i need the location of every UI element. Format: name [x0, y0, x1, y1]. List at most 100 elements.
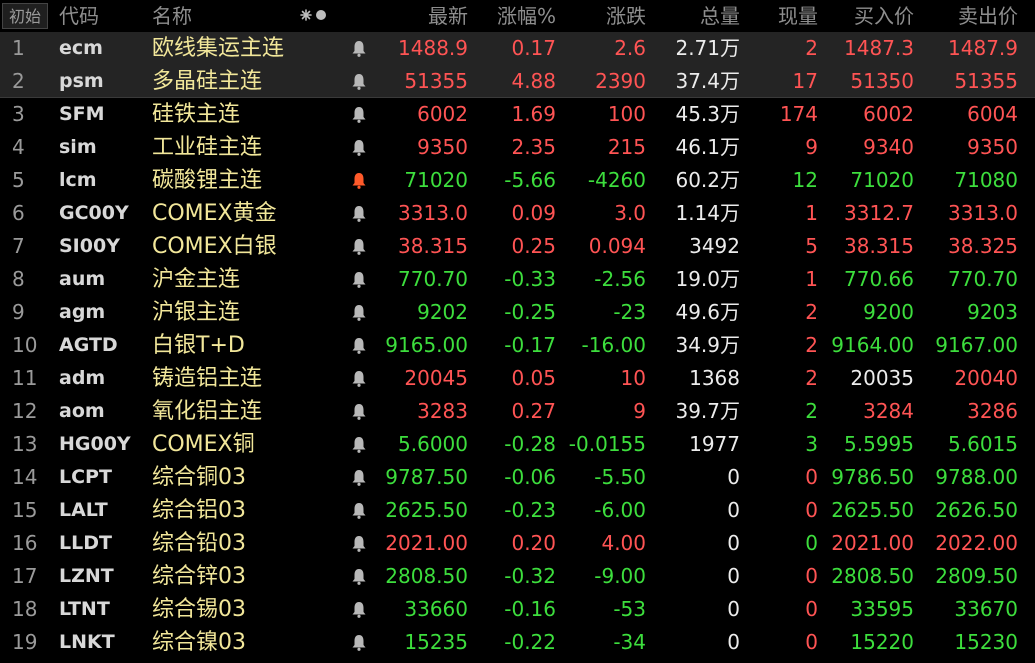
alert-bell-icon[interactable] — [349, 395, 369, 428]
cell-change-pct: 0.17 — [511, 36, 556, 60]
cell-ask: 9203 — [967, 300, 1018, 324]
table-row[interactable]: 19 LNKT 综合镍03 15235 -0.22 -34 0 0 15220 15230 — [0, 626, 1035, 659]
cell-name: 综合镍03 — [152, 630, 246, 655]
cell-current-volume: 9 — [805, 135, 818, 159]
cell-name: 综合铜03 — [152, 465, 246, 490]
cell-latest: 15235 — [404, 630, 468, 654]
cell-bid: 770.66 — [844, 267, 914, 291]
cell-name: COMEX白银 — [152, 234, 277, 259]
cell-bid: 9786.50 — [831, 465, 914, 489]
header-latest[interactable]: 最新 — [380, 0, 468, 32]
table-row[interactable]: 10 AGTD 白银T+D 9165.00 -0.17 -16.00 34.9万 2 9164.… — [0, 329, 1035, 362]
init-button[interactable]: 初始 — [2, 3, 48, 29]
header-change[interactable]: 涨跌 — [560, 0, 646, 32]
cell-ask: 5.6015 — [948, 432, 1018, 456]
cell-change: 9 — [633, 399, 646, 423]
alert-bell-icon[interactable] — [349, 98, 369, 131]
cell-ask: 51355 — [954, 69, 1018, 93]
cell-change-pct: -0.33 — [504, 267, 556, 291]
alert-bell-icon[interactable] — [349, 593, 369, 626]
header-bid[interactable]: 买入价 — [820, 0, 914, 32]
column-settings-icon[interactable] — [298, 0, 334, 32]
cell-volume: 49.6万 — [675, 300, 740, 324]
cell-current-volume: 0 — [805, 531, 818, 555]
alert-bell-icon[interactable] — [349, 560, 369, 593]
alert-bell-icon[interactable] — [349, 65, 369, 98]
header-code[interactable]: 代码 — [59, 0, 99, 32]
alert-bell-icon[interactable] — [349, 626, 369, 659]
alert-bell-icon[interactable] — [349, 428, 369, 461]
cell-change-pct: 2.35 — [511, 135, 556, 159]
cell-latest: 9350 — [417, 135, 468, 159]
table-row[interactable]: 16 LLDT 综合铅03 2021.00 0.20 4.00 0 0 2021.00 2022.… — [0, 527, 1035, 560]
alert-bell-icon[interactable] — [349, 461, 369, 494]
cell-ask: 15230 — [954, 630, 1018, 654]
cell-code: LALT — [59, 499, 108, 521]
cell-bid: 9200 — [863, 300, 914, 324]
cell-current-volume: 2 — [805, 399, 818, 423]
row-index: 7 — [12, 234, 25, 258]
alert-bell-icon[interactable] — [349, 131, 369, 164]
cell-volume: 0 — [727, 564, 740, 588]
header-name[interactable]: 名称 — [152, 0, 192, 32]
cell-change-pct: -0.23 — [504, 498, 556, 522]
header-volume[interactable]: 总量 — [650, 0, 740, 32]
alert-bell-icon[interactable] — [349, 329, 369, 362]
header-current-volume[interactable]: 现量 — [746, 0, 818, 32]
alert-bell-icon[interactable] — [349, 494, 369, 527]
cell-name: COMEX黄金 — [152, 201, 277, 226]
row-index: 6 — [12, 201, 25, 225]
cell-current-volume: 2 — [805, 333, 818, 357]
cell-change: 2390 — [595, 69, 646, 93]
table-row[interactable]: 7 SI00Y COMEX白银 38.315 0.25 0.094 3492 5 38.315 3… — [0, 230, 1035, 263]
cell-ask: 770.70 — [948, 267, 1018, 291]
cell-volume: 60.2万 — [675, 168, 740, 192]
table-row[interactable]: 12 aom 氧化铝主连 3283 0.27 9 39.7万 2 3284 3286 — [0, 395, 1035, 428]
table-row[interactable]: 8 aum 沪金主连 770.70 -0.33 -2.56 19.0万 1 770.66 770.… — [0, 263, 1035, 296]
table-row[interactable]: 17 LZNT 综合锌03 2808.50 -0.32 -9.00 0 0 2808.50 280… — [0, 560, 1035, 593]
table-row[interactable]: 2 psm 多晶硅主连 51355 4.88 2390 37.4万 17 51350 51355 — [0, 65, 1035, 98]
alert-bell-icon[interactable] — [349, 362, 369, 395]
table-row[interactable]: 13 HG00Y COMEX铜 5.6000 -0.28 -0.0155 1977 3 5.59… — [0, 428, 1035, 461]
table-row[interactable]: 18 LTNT 综合锡03 33660 -0.16 -53 0 0 33595 33670 — [0, 593, 1035, 626]
row-index: 14 — [12, 465, 38, 489]
table-row[interactable]: 1 ecm 欧线集运主连 1488.9 0.17 2.6 2.71万 2 1487.3 1487.… — [0, 32, 1035, 65]
cell-latest: 9787.50 — [385, 465, 468, 489]
cell-volume: 34.9万 — [675, 333, 740, 357]
table-row[interactable]: 5 lcm 碳酸锂主连 71020 -5.66 -4260 60.2万 12 71020 7108… — [0, 164, 1035, 197]
cell-code: lcm — [59, 169, 97, 191]
cell-code: agm — [59, 301, 106, 323]
cell-volume: 37.4万 — [675, 69, 740, 93]
table-row[interactable]: 3 SFM 硅铁主连 6002 1.69 100 45.3万 174 6002 6004 — [0, 98, 1035, 131]
cell-latest: 33660 — [404, 597, 468, 621]
alert-bell-icon[interactable] — [349, 296, 369, 329]
cell-change: -53 — [613, 597, 646, 621]
table-row[interactable]: 6 GC00Y COMEX黄金 3313.0 0.09 3.0 1.14万 1 3312.7 33… — [0, 197, 1035, 230]
cell-ask: 2022.00 — [935, 531, 1018, 555]
header-ask[interactable]: 卖出价 — [920, 0, 1018, 32]
header-change-pct[interactable]: 涨幅% — [470, 0, 556, 32]
cell-bid: 33595 — [850, 597, 914, 621]
alert-bell-icon[interactable] — [349, 32, 369, 65]
cell-current-volume: 0 — [805, 498, 818, 522]
cell-code: LLDT — [59, 532, 112, 554]
cell-current-volume: 1 — [805, 201, 818, 225]
cell-volume: 1977 — [689, 432, 740, 456]
alert-bell-icon[interactable] — [349, 164, 369, 197]
cell-current-volume: 1 — [805, 267, 818, 291]
alert-bell-icon[interactable] — [349, 527, 369, 560]
cell-name: 沪银主连 — [152, 300, 241, 325]
table-row[interactable]: 15 LALT 综合铝03 2625.50 -0.23 -6.00 0 0 2625.50 262… — [0, 494, 1035, 527]
table-row[interactable]: 11 adm 铸造铝主连 20045 0.05 10 1368 2 20035 20040 — [0, 362, 1035, 395]
alert-bell-icon[interactable] — [349, 263, 369, 296]
row-index: 17 — [12, 564, 38, 588]
table-row[interactable]: 14 LCPT 综合铜03 9787.50 -0.06 -5.50 0 0 9786.50 978… — [0, 461, 1035, 494]
table-row[interactable]: 4 sim 工业硅主连 9350 2.35 215 46.1万 9 9340 9350 — [0, 131, 1035, 164]
cell-bid: 6002 — [863, 102, 914, 126]
alert-bell-icon[interactable] — [349, 230, 369, 263]
cell-bid: 38.315 — [844, 234, 914, 258]
cell-name: 碳酸锂主连 — [152, 168, 263, 193]
table-row[interactable]: 9 agm 沪银主连 9202 -0.25 -23 49.6万 2 9200 9203 — [0, 296, 1035, 329]
alert-bell-icon[interactable] — [349, 197, 369, 230]
cell-bid: 2021.00 — [831, 531, 914, 555]
